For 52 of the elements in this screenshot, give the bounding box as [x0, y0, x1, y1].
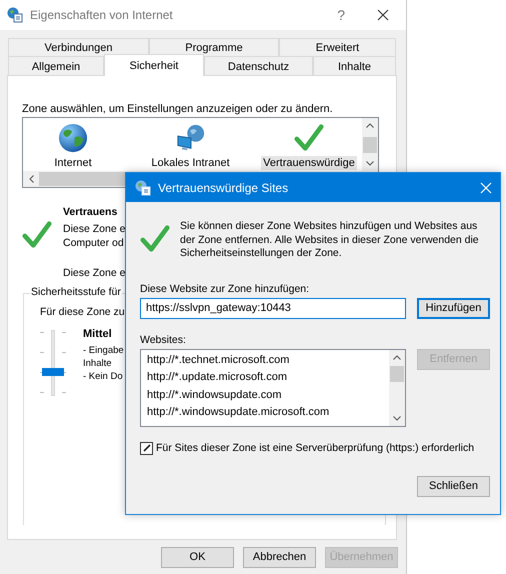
checkbox[interactable]	[140, 442, 153, 454]
checkmark-icon	[140, 224, 170, 254]
zone-item[interactable]: Internet	[52, 156, 94, 170]
dialog-button[interactable]: OK	[161, 546, 234, 568]
level-detail: - Eingabe	[83, 344, 124, 357]
zone-note: Diese Zone e	[63, 266, 126, 280]
level-name: Mittel	[83, 328, 112, 341]
scroll-thumb[interactable]	[363, 136, 377, 152]
scrollbar[interactable]	[362, 118, 378, 171]
checkbox-label: Für Sites dieser Zone ist eine Serverüberprüfung (https:) erforderlich	[156, 442, 474, 454]
add-button[interactable]: Hinzufügen	[417, 298, 490, 318]
level-detail: Inhalte	[83, 357, 112, 370]
scrollbar[interactable]	[389, 350, 405, 426]
tab[interactable]: Allgemein	[8, 56, 104, 76]
monitor-globe-icon[interactable]	[176, 123, 206, 153]
app-icon	[7, 7, 23, 23]
group-title: Sicherheitsstufe für	[30, 286, 122, 298]
tab[interactable]: Sicherheit	[104, 54, 204, 76]
tab[interactable]: Erweitert	[279, 38, 396, 56]
check-icon	[142, 444, 150, 452]
help-button[interactable]: ?	[337, 7, 345, 23]
zone-item[interactable]: Vertrauenswürdige	[261, 156, 357, 170]
checkmark-icon[interactable]	[294, 123, 324, 153]
slider-thumb[interactable]	[42, 368, 64, 376]
dialog-button[interactable]: Abbrechen	[243, 546, 316, 568]
zone-description: Computer od	[63, 236, 124, 250]
websites-label: Websites:	[140, 334, 187, 346]
dialog-title: Vertrauenswürdige Sites	[158, 180, 290, 194]
checkmark-icon	[22, 220, 52, 250]
close-button[interactable]: Schließen	[417, 476, 490, 496]
window-title: Eigenschaften von Internet	[30, 8, 174, 22]
tab[interactable]: Inhalte	[313, 56, 396, 76]
tab[interactable]: Programme	[149, 38, 279, 56]
add-site-label: Diese Website zur Zone hinzufügen:	[140, 282, 310, 294]
level-detail: - Kein Do	[83, 370, 123, 383]
zone-prompt: Zone auswählen, um Einstellungen anzuzeigen oder zu ändern.	[22, 103, 334, 115]
dialog-description: Sie können dieser Zone Websites hinzufügen und Websites aus der Zone entfernen. Alle Websites in dieser Zone verwenden die Sicherheitseinstellungen der Zone.	[180, 220, 480, 260]
close-icon[interactable]	[377, 9, 389, 21]
tab[interactable]: Verbindungen	[8, 38, 149, 56]
website-item[interactable]: http://*.update.microsoft.com	[147, 369, 389, 386]
zone-description: Diese Zone e	[63, 222, 126, 236]
website-item[interactable]: http://*.windowsupdate.com	[147, 386, 389, 404]
app-icon	[135, 180, 151, 196]
zone-title: Vertrauens	[63, 205, 118, 219]
zone-item[interactable]: Lokales Intranet	[149, 156, 232, 170]
scroll-thumb[interactable]	[390, 366, 404, 382]
website-item[interactable]: http://*.windowsupdate.microsoft.com	[147, 404, 389, 422]
website-item[interactable]: http://*.technet.microsoft.com	[147, 352, 389, 369]
website-input[interactable]: https://sslvpn_gateway:10443	[140, 298, 406, 318]
globe-icon[interactable]	[58, 123, 88, 153]
tab[interactable]: Datenschutz	[204, 56, 313, 76]
security-prompt: Für diese Zone zu	[40, 306, 125, 318]
